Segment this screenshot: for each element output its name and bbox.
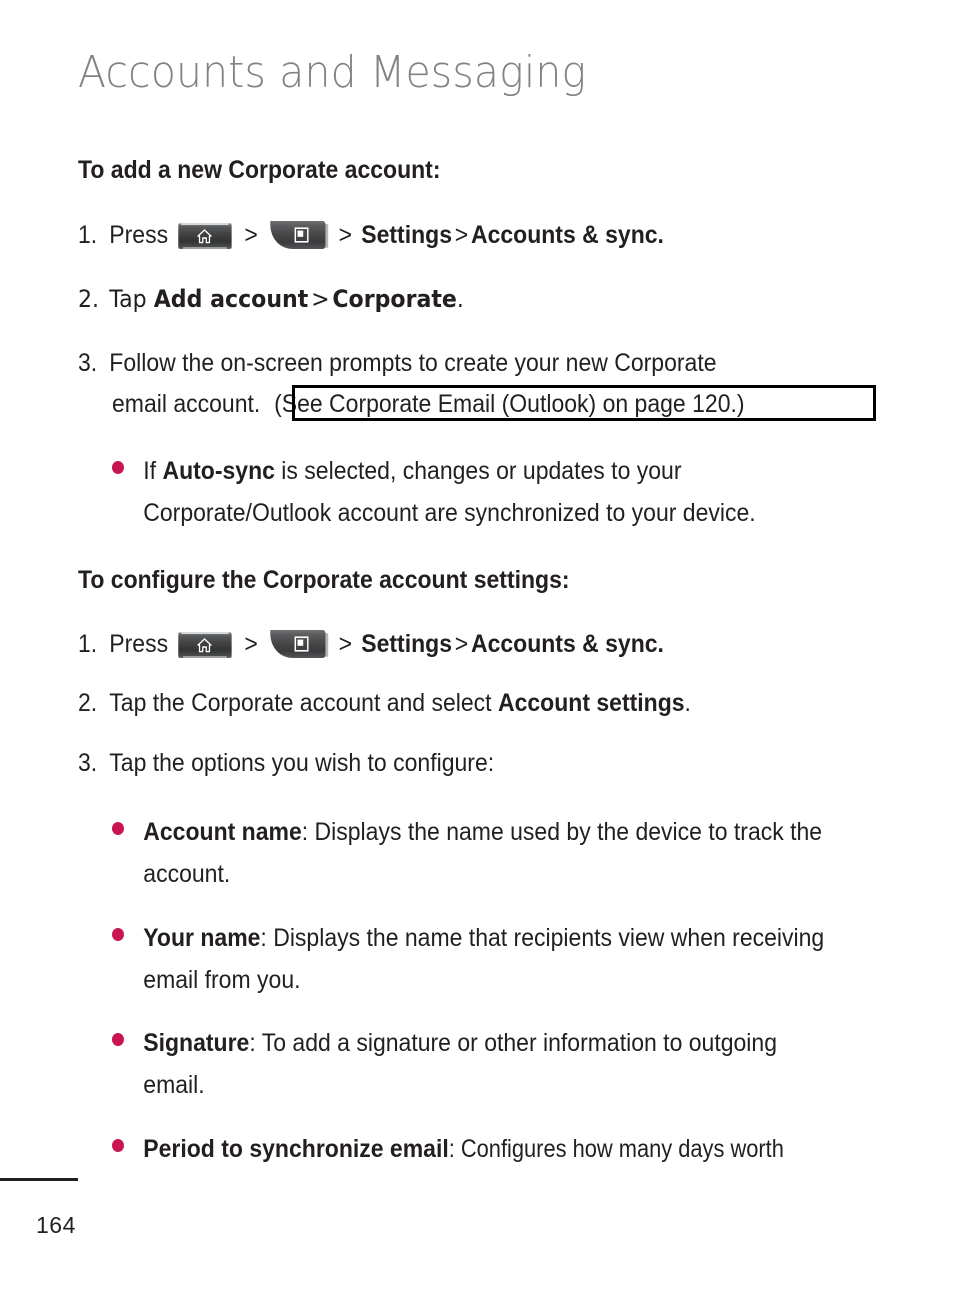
step-text: Tap the options you wish to configure: [109,749,495,777]
step-bold-accounts-sync: Accounts & sync. [470,221,664,249]
separator-chevron: > [244,221,258,249]
step-number: 2. [78,285,100,313]
menu-key-icon [270,221,329,249]
step-bold-add-account: Add account [153,285,309,313]
step-number: 3. [78,749,98,777]
step-lead-text: Press [109,630,169,658]
step-number: 1. [78,221,98,249]
bullet-post-text: : Configures how many days worth [448,1135,784,1163]
step-pre-text: Tap the Corporate account and select [109,689,498,717]
bullet-your-name: Your name: Displays the name that recipi… [112,917,839,1001]
step-bold-accounts-sync: Accounts & sync. [470,630,664,658]
home-glyph [178,632,231,658]
separator-chevron: > [454,221,469,249]
step-bold-settings: Settings [361,221,452,249]
menu-key-icon [270,630,329,658]
bullet-signature: Signature: To add a signature or other i… [112,1022,839,1106]
bullet-auto-sync: If Auto-sync is selected, changes or upd… [112,450,839,534]
step-post-text: . [684,689,691,717]
bullet-text: Period to synchronize email: Configures … [143,1128,866,1170]
footer-rule [0,1178,78,1181]
step-2-tap-add-account: 2. Tap Add account > Corporate. [78,285,464,313]
bullet-dot-icon [112,928,124,941]
step-3-follow-prompts: 3. Follow the on-screen prompts to create… [78,349,717,378]
bullet-text: Signature: To add a signature or other i… [143,1022,839,1106]
home-key-icon [178,223,232,249]
bullet-bold-label: Your name [143,924,261,952]
step-bold-settings: Settings [361,630,452,658]
bullet-bold-auto-sync: Auto-sync [162,457,275,485]
section-heading-add-corporate-account: To add a new Corporate account: [78,156,441,184]
cross-reference-box [292,385,876,421]
bullet-account-name: Account name: Displays the name used by … [112,811,839,895]
step-2-tap-corporate-account: 2. Tap the Corporate account and select A… [78,689,691,718]
step-1-press-home-menu-settings-2: 1. Press > > Settings > Accounts & sync. [78,630,664,659]
step-bold-account-settings: Account settings [497,689,685,717]
bullet-text: Account name: Displays the name used by … [143,811,839,895]
page-title: Accounts and Messaging [78,47,587,98]
separator-chevron: > [338,630,353,658]
step-lead-text: Press [109,221,169,249]
step-number: 2. [78,689,98,717]
step-number: 3. [78,349,98,377]
separator-chevron: > [311,285,330,313]
step-line-2-plain: email account. [112,390,261,418]
bullet-dot-icon [112,822,124,835]
step-lead-text: Tap [109,285,147,313]
home-key-icon [178,632,232,658]
bullet-dot-icon [112,1033,124,1046]
menu-glyph [271,630,326,658]
home-glyph [178,223,231,249]
bullet-bold-label: Period to synchronize email [143,1135,449,1163]
bullet-dot-icon [112,1139,124,1152]
bullet-bold-label: Account name [143,818,302,846]
bullet-bold-label: Signature [143,1029,250,1057]
step-number: 1. [78,630,98,658]
step-bold-corporate: Corporate [332,285,457,313]
step-line-1: Follow the on-screen prompts to create y… [109,349,717,377]
bullet-period-to-synchronize-email: Period to synchronize email: Configures … [112,1128,866,1170]
bullet-pre-text: If [143,457,163,485]
bullet-text: If Auto-sync is selected, changes or upd… [143,450,839,534]
section-heading-configure-corporate-settings: To configure the Corporate account setti… [78,566,570,594]
separator-chevron: > [244,630,258,658]
page-number: 164 [36,1212,76,1238]
separator-chevron: > [338,221,353,249]
separator-chevron: > [454,630,469,658]
bullet-text: Your name: Displays the name that recipi… [143,917,839,1001]
bullet-dot-icon [112,461,124,474]
step-tail-period: . [456,285,464,313]
step-1-press-home-menu-settings: 1. Press > > Settings > Accounts & sync. [78,221,664,250]
manual-page: Accounts and Messaging To add a new Corp… [0,0,954,1291]
menu-glyph [271,221,326,249]
step-3-tap-options: 3. Tap the options you wish to configure: [78,749,494,778]
